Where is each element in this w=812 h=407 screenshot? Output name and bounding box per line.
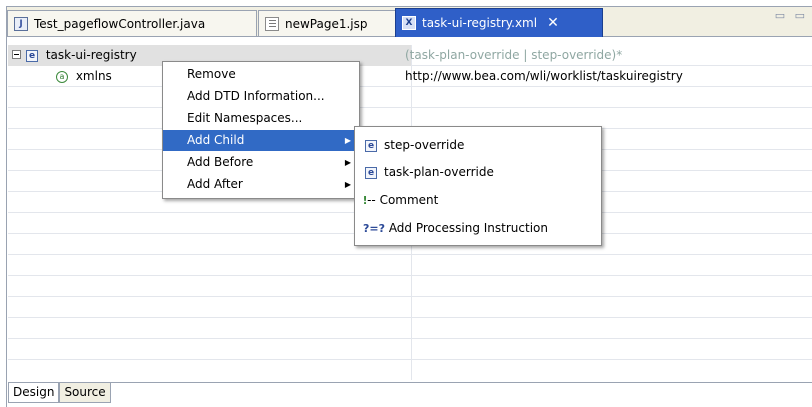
element-icon: e [26,49,38,62]
submenu-item-step-override[interactable]: e step-override [355,132,601,158]
menu-item-remove[interactable]: Remove [163,64,359,85]
submenu-item-label: Add Processing Instruction [388,221,548,235]
menu-item-add-after[interactable]: Add After ▶ [163,174,359,195]
submenu-item-label: step-override [384,138,465,152]
submenu-item-label: task-plan-override [384,165,494,179]
menu-item-add-dtd-information[interactable]: Add DTD Information... [163,86,359,107]
element-icon: e [365,139,377,152]
window-controls[interactable]: ▭ ▭ [775,9,808,22]
processing-instruction-icon: ?=? [363,222,389,235]
table-row[interactable]: a xmlns http://www.bea.com/wli/worklist/… [8,66,812,87]
attribute-icon: a [56,70,68,83]
attribute-name: xmlns [75,69,112,83]
table-row[interactable] [8,276,812,297]
tab-newpage1-jsp[interactable]: newPage1.jsp [258,10,396,36]
close-icon[interactable]: ✕ [547,15,559,31]
table-row[interactable] [8,297,812,318]
bottom-tab-bar: Design Source [8,383,111,403]
table-row[interactable] [8,360,812,380]
tab-task-ui-registry-xml[interactable]: X task-ui-registry.xml ✕ [395,8,603,37]
tab-label: newPage1.jsp [285,16,368,31]
jsp-file-icon [265,16,279,31]
element-content-model: (task-plan-override | step-override)* [405,48,623,62]
menu-item-label: Add Before [187,155,254,169]
table-row[interactable]: e task-ui-registry (task-plan-override |… [8,45,812,66]
submenu-item-comment[interactable]: ǃ-- Comment [355,187,601,213]
tab-label: task-ui-registry.xml [422,16,538,30]
submenu-item-task-plan-override[interactable]: e task-plan-override [355,159,601,185]
submenu-arrow-icon: ▶ [344,158,351,167]
collapse-toggle-icon[interactable] [12,50,21,59]
bottom-tab-divider [8,382,812,383]
submenu-item-add-processing-instruction[interactable]: ?=? Add Processing Instruction [355,215,601,241]
table-row[interactable] [8,339,812,360]
submenu-item-label: Comment [379,193,439,207]
menu-item-label: Add Child [187,133,245,147]
element-name-cell[interactable]: e task-ui-registry [26,45,137,66]
menu-item-edit-namespaces[interactable]: Edit Namespaces... [163,108,359,129]
attribute-value[interactable]: http://www.bea.com/wli/worklist/taskuire… [405,66,683,87]
tab-label: Test_pageflowController.java [34,16,206,31]
attribute-name-cell[interactable]: a xmlns [56,66,112,87]
table-row[interactable] [8,87,812,108]
table-row[interactable] [8,255,812,276]
table-row[interactable] [8,318,812,339]
add-child-submenu: e step-override e task-plan-override ǃ-- C… [354,126,602,246]
menu-item-add-before[interactable]: Add Before ▶ [163,152,359,173]
tab-test-pageflow-controller[interactable]: J Test_pageflowController.java [7,10,257,36]
comment-dashes: -- [367,193,380,207]
tab-design[interactable]: Design [8,383,60,403]
submenu-arrow-icon: ▶ [344,136,351,145]
submenu-arrow-icon: ▶ [344,180,351,189]
java-file-icon: J [14,16,28,31]
context-menu: Remove Add DTD Information... Edit Names… [162,61,360,199]
tab-source[interactable]: Source [59,383,111,403]
xml-file-icon: X [402,16,416,30]
element-name: task-ui-registry [45,48,137,62]
menu-item-add-child[interactable]: Add Child ▶ [163,130,359,151]
menu-item-label: Add After [187,177,243,191]
element-icon: e [365,166,377,179]
